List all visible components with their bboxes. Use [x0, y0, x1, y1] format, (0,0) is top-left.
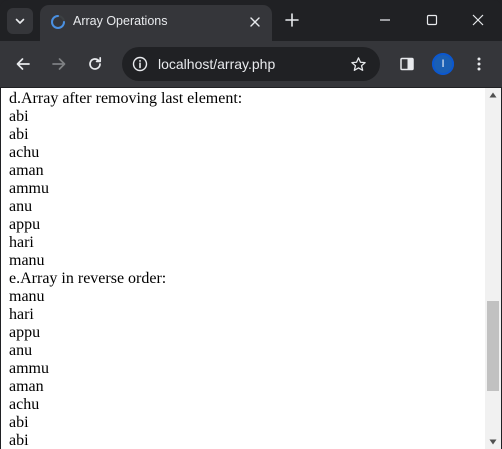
maximize-icon: [426, 14, 438, 26]
site-info-button[interactable]: [130, 54, 150, 74]
list-item: anu: [9, 198, 33, 215]
scroll-up-button[interactable]: [485, 88, 501, 102]
tab-title: Array Operations: [73, 14, 168, 28]
vertical-scrollbar[interactable]: [485, 88, 501, 449]
kebab-menu-icon: [477, 57, 481, 71]
list-item: abi: [9, 126, 29, 143]
star-icon: [350, 56, 366, 71]
list-item: aman: [9, 162, 44, 179]
loading-favicon-icon: [51, 15, 65, 29]
side-panel-button[interactable]: [395, 52, 419, 76]
arrow-right-icon: [52, 58, 66, 70]
profile-avatar[interactable]: I: [432, 53, 454, 75]
list-item: appu: [9, 216, 41, 233]
list-item: manu: [9, 288, 45, 305]
list-item: abi: [9, 432, 29, 449]
menu-button[interactable]: [467, 52, 491, 76]
tab-close-button[interactable]: [246, 13, 264, 31]
list-item: achu: [9, 396, 40, 413]
triangle-up-icon: [489, 92, 497, 98]
minimize-button[interactable]: [370, 6, 400, 34]
bookmark-button[interactable]: [348, 54, 368, 74]
maximize-button[interactable]: [417, 6, 447, 34]
section-heading: d.Array after removing last element:: [9, 90, 243, 107]
tab-strip: Array Operations: [0, 0, 502, 41]
reload-icon: [89, 56, 102, 70]
list-item: hari: [9, 306, 34, 323]
output-lines: d.Array after removing last element: abi a…: [9, 90, 242, 449]
url-text[interactable]: localhost/array.php: [158, 56, 275, 72]
scrollbar-thumb[interactable]: [487, 301, 499, 392]
list-item: manu: [9, 252, 45, 269]
back-button[interactable]: [11, 52, 35, 76]
chevron-down-icon: [15, 18, 25, 24]
close-window-button[interactable]: [463, 6, 493, 34]
triangle-down-icon: [489, 439, 497, 445]
info-icon: [132, 56, 148, 72]
active-tab[interactable]: Array Operations: [40, 5, 272, 41]
list-item: ammu: [9, 360, 49, 377]
new-tab-button[interactable]: [282, 10, 302, 30]
tab-search-button[interactable]: [7, 8, 33, 34]
close-icon: [472, 14, 484, 26]
page-content: d.Array after removing last element: abi a…: [1, 88, 485, 449]
side-panel-icon: [400, 57, 414, 71]
list-item: abi: [9, 108, 29, 125]
list-item: appu: [9, 324, 41, 341]
minimize-icon: [380, 19, 390, 21]
section-heading: e.Array in reverse order:: [9, 270, 167, 287]
plus-icon: [285, 13, 299, 27]
reload-button[interactable]: [83, 52, 107, 76]
arrow-left-icon: [16, 58, 30, 70]
close-icon: [250, 17, 260, 27]
browser-toolbar: localhost/array.php I: [0, 41, 502, 87]
list-item: ammu: [9, 180, 49, 197]
list-item: abi: [9, 414, 29, 431]
browser-window: Array Operations localhost/array.php I d…: [0, 0, 502, 449]
address-bar[interactable]: localhost/array.php: [122, 47, 380, 81]
list-item: anu: [9, 342, 33, 359]
list-item: hari: [9, 234, 34, 251]
forward-button[interactable]: [47, 52, 71, 76]
list-item: achu: [9, 144, 40, 161]
scroll-down-button[interactable]: [485, 435, 501, 449]
list-item: aman: [9, 378, 44, 395]
